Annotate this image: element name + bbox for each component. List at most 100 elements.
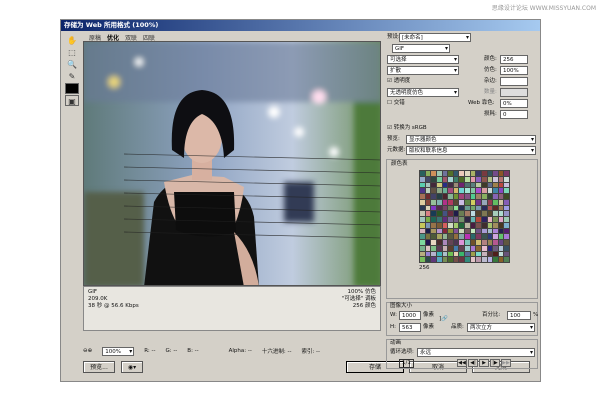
palette-swatch[interactable]	[459, 222, 464, 228]
palette-swatch[interactable]	[459, 234, 464, 239]
palette-swatch[interactable]	[453, 251, 459, 257]
palette-swatch[interactable]	[481, 171, 487, 176]
palette-swatch[interactable]	[459, 188, 464, 193]
palette-swatch[interactable]	[420, 211, 425, 216]
palette-swatch[interactable]	[504, 228, 509, 234]
palette-swatch[interactable]	[442, 251, 448, 257]
palette-swatch[interactable]	[425, 199, 431, 205]
palette-swatch[interactable]	[493, 188, 498, 193]
palette-swatch[interactable]	[498, 234, 504, 239]
palette-swatch[interactable]	[448, 176, 453, 182]
palette-swatch[interactable]	[481, 188, 487, 193]
palette-swatch[interactable]	[442, 234, 448, 239]
palette-swatch[interactable]	[442, 228, 448, 234]
palette-swatch[interactable]	[504, 199, 509, 205]
palette-swatch[interactable]	[436, 211, 442, 216]
palette-swatch[interactable]	[498, 217, 504, 222]
palette-swatch[interactable]	[476, 194, 481, 199]
palette-swatch[interactable]	[465, 188, 470, 193]
palette-swatch[interactable]	[476, 205, 481, 211]
constrain-link-icon[interactable]: ]🔗	[439, 315, 448, 324]
palette-swatch[interactable]	[459, 240, 464, 245]
palette-swatch[interactable]	[448, 251, 453, 257]
eyedropper-color-swatch[interactable]	[65, 83, 79, 94]
palette-swatch[interactable]	[453, 228, 459, 234]
tab-original[interactable]: 原稿	[89, 33, 101, 42]
slice-select-icon[interactable]: ⬚	[65, 47, 79, 58]
palette-swatch[interactable]	[453, 199, 459, 205]
palette-swatch[interactable]	[498, 188, 504, 193]
palette-swatch[interactable]	[504, 234, 509, 239]
palette-swatch[interactable]	[420, 176, 425, 182]
palette-swatch[interactable]	[487, 240, 493, 245]
palette-swatch[interactable]	[465, 199, 470, 205]
lossy-input[interactable]: 0	[500, 110, 528, 119]
palette-swatch[interactable]	[442, 199, 448, 205]
palette-swatch[interactable]	[442, 188, 448, 193]
palette-swatch[interactable]	[431, 251, 436, 257]
palette-swatch[interactable]	[442, 257, 448, 262]
palette-swatch[interactable]	[465, 257, 470, 262]
palette-swatch[interactable]	[465, 194, 470, 199]
palette-swatch[interactable]	[442, 205, 448, 211]
palette-swatch[interactable]	[498, 245, 504, 251]
palette-swatch[interactable]	[498, 194, 504, 199]
palette-swatch[interactable]	[442, 240, 448, 245]
palette-swatch[interactable]	[453, 176, 459, 182]
palette-swatch[interactable]	[504, 257, 509, 262]
palette-swatch[interactable]	[459, 217, 464, 222]
palette-swatch[interactable]	[420, 240, 425, 245]
height-input[interactable]: 563	[399, 323, 421, 332]
palette-swatch[interactable]	[504, 182, 509, 188]
palette-swatch[interactable]	[470, 217, 476, 222]
palette-swatch[interactable]	[431, 171, 436, 176]
hand-tool-icon[interactable]: ✋	[65, 35, 79, 46]
palette-swatch[interactable]	[498, 205, 504, 211]
palette-swatch[interactable]	[476, 176, 481, 182]
palette-swatch[interactable]	[448, 240, 453, 245]
palette-swatch[interactable]	[465, 217, 470, 222]
palette-swatch[interactable]	[425, 228, 431, 234]
palette-swatch[interactable]	[504, 171, 509, 176]
palette-swatch[interactable]	[493, 234, 498, 239]
palette-swatch[interactable]	[420, 205, 425, 211]
palette-swatch[interactable]	[476, 171, 481, 176]
next-frame-button[interactable]: |▶	[490, 359, 500, 367]
palette-swatch[interactable]	[459, 257, 464, 262]
palette-swatch[interactable]	[470, 205, 476, 211]
palette-swatch[interactable]	[465, 251, 470, 257]
palette-swatch[interactable]	[481, 211, 487, 216]
palette-swatch[interactable]	[487, 194, 493, 199]
browser-preview-button[interactable]: ◉▾	[121, 361, 143, 373]
palette-swatch[interactable]	[493, 211, 498, 216]
palette-swatch[interactable]	[459, 228, 464, 234]
palette-swatch[interactable]	[476, 217, 481, 222]
palette-swatch[interactable]	[459, 211, 464, 216]
palette-swatch[interactable]	[504, 240, 509, 245]
palette-swatch[interactable]	[431, 211, 436, 216]
palette-swatch[interactable]	[459, 251, 464, 257]
palette-swatch[interactable]	[470, 176, 476, 182]
palette-swatch[interactable]	[420, 217, 425, 222]
palette-swatch[interactable]	[481, 194, 487, 199]
palette-swatch[interactable]	[453, 188, 459, 193]
palette-swatch[interactable]	[425, 205, 431, 211]
loop-select[interactable]: 永远	[417, 348, 535, 357]
color-palette[interactable]	[419, 170, 510, 263]
palette-swatch[interactable]	[487, 199, 493, 205]
palette-swatch[interactable]	[442, 211, 448, 216]
palette-swatch[interactable]	[459, 194, 464, 199]
preview-select[interactable]: 显示器颜色	[406, 135, 536, 144]
palette-swatch[interactable]	[431, 205, 436, 211]
prev-frame-button[interactable]: ◀|	[468, 359, 478, 367]
palette-swatch[interactable]	[453, 240, 459, 245]
palette-swatch[interactable]	[425, 251, 431, 257]
palette-swatch[interactable]	[436, 234, 442, 239]
palette-swatch[interactable]	[431, 217, 436, 222]
palette-swatch[interactable]	[493, 240, 498, 245]
palette-swatch[interactable]	[470, 222, 476, 228]
preset-select[interactable]: [未命名]	[399, 33, 471, 42]
zoom-out-icon[interactable]: ⊖⊕	[83, 348, 92, 354]
palette-swatch[interactable]	[453, 257, 459, 262]
image-preview[interactable]	[83, 41, 381, 286]
